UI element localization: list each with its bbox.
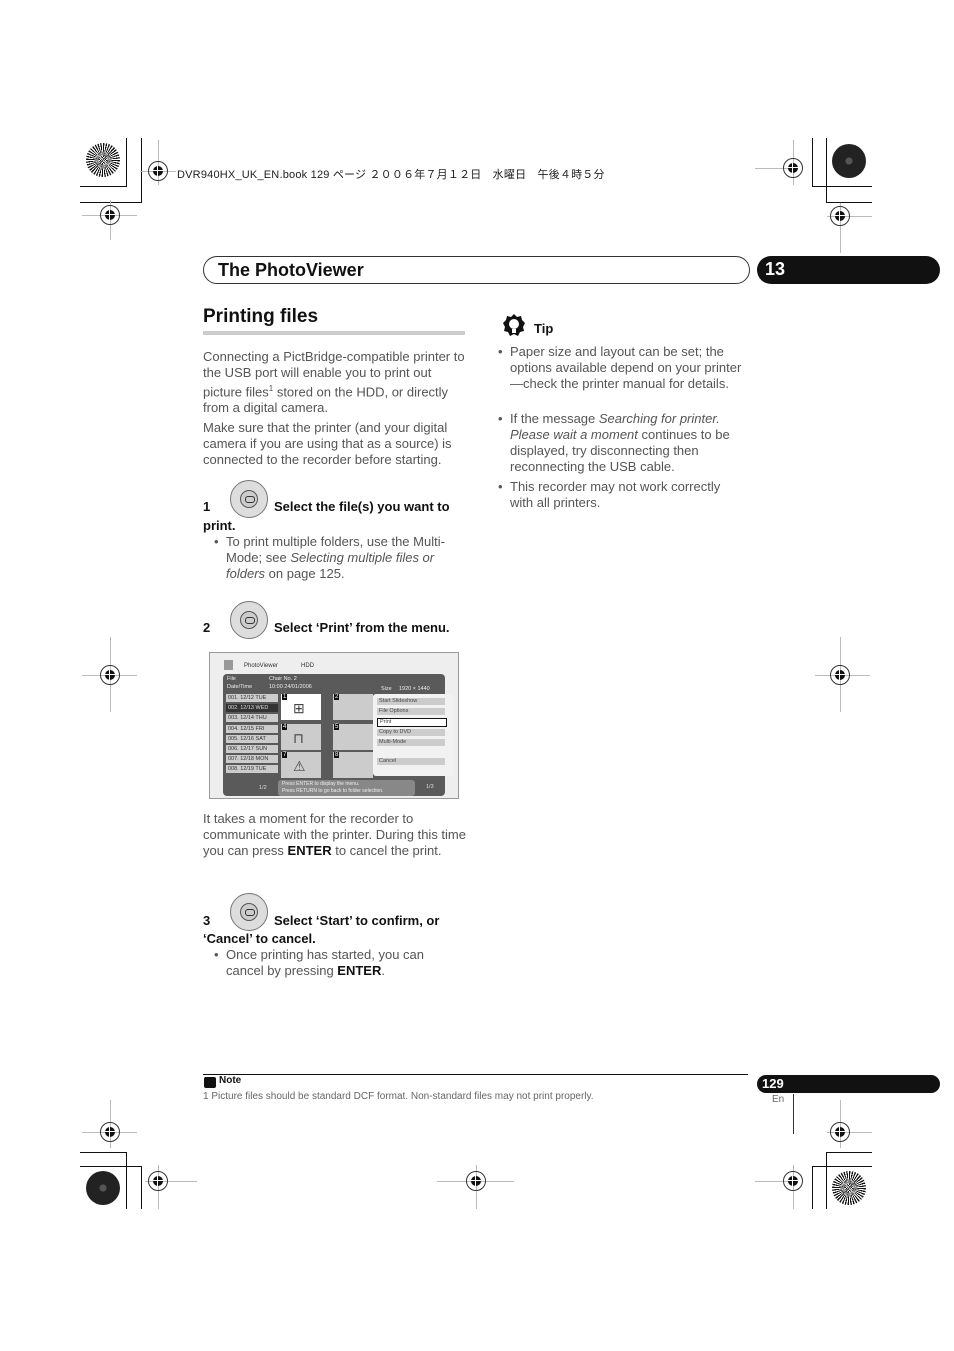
context-menu: Start Slideshow File Options Print Copy …: [373, 694, 453, 776]
tip-label: Tip: [534, 321, 554, 336]
tip-bullet-1: • Paper size and layout can be set; the o…: [498, 344, 742, 391]
step-3-number: 3: [203, 913, 211, 928]
section-title: Printing files: [203, 306, 319, 327]
photoviewer-screenshot: PhotoViewer HDD File Chair No. 2 Date/Ti…: [209, 652, 459, 799]
step-3-title: Select ‘Start’ to confirm, or: [274, 913, 440, 928]
step-3-bullet: • Once printing has started, you can canc…: [214, 947, 425, 978]
menu-item-print[interactable]: Print: [377, 718, 447, 727]
menu-item-cancel[interactable]: Cancel: [377, 758, 445, 765]
chapter-title: The PhotoViewer: [218, 260, 364, 280]
crop-mark: [126, 138, 127, 187]
screen-source: HDD: [301, 663, 314, 669]
registration-mark-icon: [781, 156, 805, 180]
registration-mark-icon: [781, 1169, 805, 1193]
registration-target-icon: [86, 143, 120, 177]
registration-target-icon: [832, 144, 866, 178]
registration-mark-icon: [98, 203, 122, 227]
folder-item[interactable]: 005. 12/16 SAT: [226, 734, 278, 743]
step-2-number: 2: [203, 620, 211, 635]
thumbnail[interactable]: 4 ⊓: [281, 724, 321, 750]
intro-paragraph-1: Connecting a PictBridge-compatible print…: [203, 349, 465, 416]
section-rule: [203, 331, 465, 335]
step-2-title: Select ‘Print’ from the menu.: [274, 620, 450, 635]
warning-icon: ⚠: [293, 758, 306, 774]
registration-mark-icon: [146, 159, 170, 183]
registration-mark-icon: [98, 663, 122, 687]
pencil-icon: [204, 1077, 216, 1088]
screen-help-message: Press ENTER to display the menu. Press RE…: [278, 780, 415, 796]
thumbnail[interactable]: 2: [333, 694, 373, 720]
registration-mark-icon: [146, 1169, 170, 1193]
step-1-bullet: • To print multiple folders, use the Mult…: [214, 534, 445, 581]
folder-item[interactable]: 004. 12/15 FRI: [226, 724, 278, 733]
joystick-dial-icon: [230, 480, 268, 518]
thumbnail[interactable]: 5: [333, 724, 373, 750]
thumbnail[interactable]: 7 ⚠: [281, 752, 321, 778]
menu-item-copy-to-dvd[interactable]: Copy to DVD: [377, 729, 445, 736]
registration-target-icon: [86, 1171, 120, 1205]
menu-item-multi-mode[interactable]: Multi-Mode: [377, 739, 445, 746]
lightbulb-icon: [503, 314, 525, 336]
registration-mark-icon: [828, 204, 852, 228]
menu-item-start-slideshow[interactable]: Start Slideshow: [377, 698, 445, 705]
joystick-dial-icon: [230, 601, 268, 639]
registration-mark-icon: [828, 663, 852, 687]
intro-paragraph-2: Make sure that the printer (and your dig…: [203, 420, 452, 467]
folder-item[interactable]: 003. 12/14 THU: [226, 714, 278, 723]
folder-list: 001. 12/12 TUE 002. 12/13 WED 003. 12/14…: [226, 694, 278, 776]
thumbnail[interactable]: 1 ⊞: [281, 694, 321, 720]
step-3-title-cont: ‘Cancel’ to cancel.: [203, 931, 316, 946]
chapter-number-tab: 13: [757, 256, 940, 284]
page-number: 129: [762, 1076, 784, 1091]
folder-item[interactable]: 008. 12/19 TUE: [226, 765, 278, 774]
chapter-header: The PhotoViewer: [203, 256, 750, 284]
after-step-2-paragraph: It takes a moment for the recorder to co…: [203, 811, 466, 858]
thumbnail[interactable]: 8: [333, 752, 373, 778]
folder-page: 1/2: [259, 785, 267, 791]
screen-panel: File Chair No. 2 Date/Time 10:00 24/01/2…: [223, 674, 453, 796]
step-1-title-cont: print.: [203, 518, 236, 533]
footer-rule: [203, 1074, 748, 1075]
folder-item[interactable]: 001. 12/12 TUE: [226, 694, 278, 702]
folder-item[interactable]: 007. 12/18 MON: [226, 755, 278, 764]
language-code: En: [772, 1094, 785, 1105]
screen-app-title: PhotoViewer: [244, 663, 278, 669]
note-label: Note: [219, 1075, 242, 1086]
registration-target-icon: [832, 1171, 866, 1205]
chapter-number: 13: [765, 259, 786, 279]
footnote: 1 Picture files should be standard DCF f…: [203, 1091, 594, 1102]
photoviewer-icon: [224, 660, 233, 670]
registration-mark-icon: [828, 1120, 852, 1144]
step-1-title: Select the file(s) you want to: [274, 499, 450, 514]
registration-mark-icon: [464, 1169, 488, 1193]
step-1-number: 1: [203, 499, 211, 514]
tip-bullet-3: • This recorder may not work correctly wi…: [498, 479, 721, 510]
page-number-tab: 129: [757, 1075, 940, 1093]
folder-item-selected[interactable]: 002. 12/13 WED: [226, 704, 278, 713]
registration-mark-icon: [98, 1120, 122, 1144]
joystick-dial-icon: [230, 893, 268, 931]
thumb-page: 1/3: [426, 784, 434, 790]
print-header: DVR940HX_UK_EN.book 129 ページ ２００６年７月１２日 水…: [177, 169, 605, 181]
menu-item-file-options[interactable]: File Options: [377, 708, 445, 715]
crop-mark: [80, 186, 127, 187]
tip-bullet-2: • If the message Searching for printer. P…: [498, 411, 730, 474]
folder-item[interactable]: 006. 12/17 SUN: [226, 744, 278, 753]
